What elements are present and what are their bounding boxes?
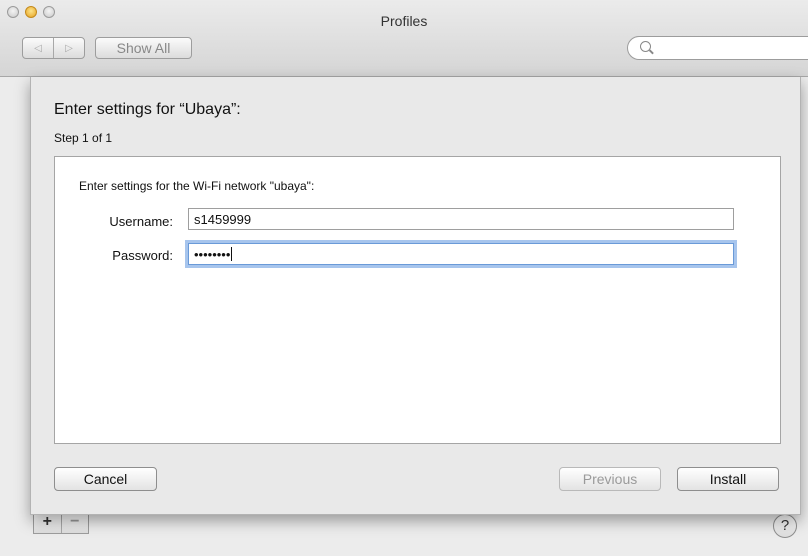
step-indicator: Step 1 of 1 [54, 131, 113, 145]
help-icon[interactable]: ? [773, 514, 797, 538]
window-toolbar: Profiles ◁ ▷ Show All [0, 0, 808, 77]
add-remove-control: + − [33, 512, 89, 534]
wifi-settings-description: Enter settings for the Wi-Fi network "ub… [79, 179, 315, 193]
username-value: s1459999 [194, 212, 252, 227]
add-button[interactable]: + [34, 513, 61, 533]
search-input[interactable] [627, 36, 808, 60]
settings-panel: Enter settings for the Wi-Fi network "ub… [54, 156, 781, 444]
previous-button[interactable]: Previous [559, 467, 661, 491]
remove-button[interactable]: − [60, 513, 89, 533]
password-label: Password: [112, 248, 173, 263]
cancel-button[interactable]: Cancel [54, 467, 157, 491]
back-arrow-icon[interactable]: ◁ [23, 38, 53, 58]
profile-settings-sheet: Enter settings for “Ubaya”: Step 1 of 1 … [30, 77, 801, 515]
install-button[interactable]: Install [677, 467, 779, 491]
sheet-title: Enter settings for “Ubaya”: [54, 101, 241, 118]
window-title: Profiles [380, 13, 428, 29]
username-label: Username: [109, 214, 173, 229]
password-value: •••••••• [194, 247, 231, 262]
username-field[interactable]: s1459999 [188, 208, 734, 230]
password-field[interactable]: •••••••• [188, 243, 734, 265]
text-cursor [231, 247, 233, 261]
show-all-button[interactable]: Show All [95, 37, 192, 59]
back-forward-control[interactable]: ◁ ▷ [22, 37, 85, 59]
forward-arrow-icon[interactable]: ▷ [53, 38, 84, 58]
search-icon [640, 41, 651, 52]
